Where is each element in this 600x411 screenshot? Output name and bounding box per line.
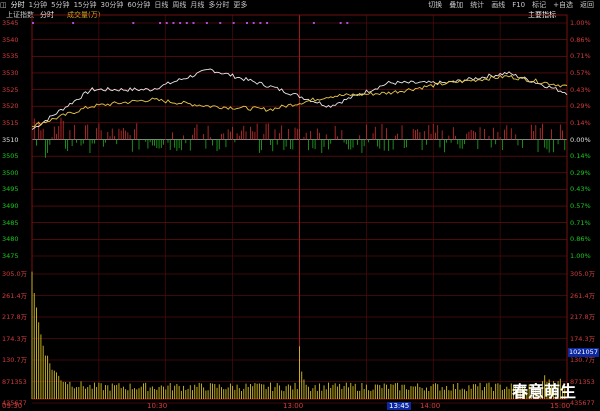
grid — [31, 14, 568, 404]
price-tick-label: 3485 — [2, 218, 19, 227]
volume-tick-label: 174.3万 — [570, 334, 596, 343]
percent-tick-label: 0.57% — [570, 202, 591, 211]
volume-tick-label: 130.7万 — [570, 356, 596, 364]
price-tick-label: 3505 — [2, 152, 19, 161]
percent-tick-label: 0.14% — [570, 118, 591, 127]
time-label: 15:00 — [550, 402, 571, 410]
event-marker — [252, 22, 255, 24]
event-marker — [219, 22, 222, 24]
event-marker — [246, 22, 248, 24]
event-marker — [312, 22, 315, 24]
event-marker — [205, 22, 208, 24]
event-marker — [185, 22, 188, 24]
price-tick-label: 3480 — [2, 235, 19, 244]
price-tick-label: 3535 — [2, 52, 19, 61]
price-tick-label: 3545 — [2, 19, 19, 27]
event-marker — [232, 22, 235, 24]
event-marker — [179, 22, 182, 24]
price-tick-label: 3490 — [2, 202, 19, 211]
volume-tick-label: 305.0万 — [2, 270, 28, 278]
price-tick-label: 3500 — [2, 168, 19, 177]
percent-tick-label: 0.43% — [570, 185, 591, 194]
volume-tick-label: 261.4万 — [570, 291, 596, 300]
volume-tick-label: 305.0万 — [570, 270, 596, 278]
volume-tick-label: 871353 — [2, 377, 27, 386]
price-tick-label: 3495 — [2, 185, 19, 194]
time-label: 09:30 — [2, 402, 23, 410]
volume-bars — [31, 271, 566, 399]
event-marker — [165, 22, 168, 24]
price-tick-label: 3510 — [2, 135, 19, 144]
event-marker — [192, 22, 195, 24]
percent-tick-label: 0.43% — [570, 85, 591, 94]
time-label: 10:30 — [147, 402, 168, 410]
price-tick-label: 3475 — [2, 252, 19, 260]
percent-tick-label: 0.71% — [570, 52, 591, 61]
price-tick-label: 3540 — [2, 35, 19, 44]
time-label: 13:00 — [283, 402, 304, 410]
percent-tick-label: 0.29% — [570, 102, 591, 111]
percent-tick-label: 0.14% — [570, 152, 591, 161]
event-marker — [72, 22, 75, 24]
percent-tick-label: 0.29% — [570, 168, 591, 177]
percent-tick-label: 0.86% — [570, 235, 591, 244]
price-tick-label: 3520 — [2, 102, 19, 111]
percent-tick-label: 0.86% — [570, 35, 591, 44]
volume-tick-label: 217.8万 — [2, 313, 28, 321]
price-tick-label: 3525 — [2, 85, 19, 94]
volume-tick-label: 261.4万 — [2, 291, 28, 300]
event-marker — [132, 22, 135, 24]
volume-tick-label: 217.8万 — [570, 313, 596, 321]
event-marker — [159, 22, 162, 24]
event-marker — [172, 22, 175, 24]
percent-tick-label: 0.00% — [570, 135, 591, 144]
percent-tick-label: 0.71% — [570, 218, 591, 227]
event-marker — [339, 22, 342, 24]
time-label: 14:00 — [420, 402, 441, 410]
percent-tick-label: 0.57% — [570, 68, 591, 77]
event-marker — [266, 22, 269, 24]
volume-tick-label: 130.7万 — [2, 356, 28, 364]
volume-tick-label: 174.3万 — [2, 334, 28, 343]
price-tick-label: 3530 — [2, 68, 19, 77]
event-marker — [32, 22, 34, 24]
event-marker — [259, 22, 262, 24]
percent-tick-label: 1.00% — [570, 19, 591, 27]
watermark: 春意萌生 — [512, 382, 577, 401]
cursor-volume-value: 1021057 — [568, 348, 599, 357]
price-tick-label: 3515 — [2, 118, 19, 127]
percent-tick-label: 1.00% — [570, 252, 591, 260]
cursor-time-label: 13:45 — [387, 402, 412, 410]
event-marker — [346, 22, 349, 24]
intraday-chart[interactable] — [0, 0, 600, 411]
